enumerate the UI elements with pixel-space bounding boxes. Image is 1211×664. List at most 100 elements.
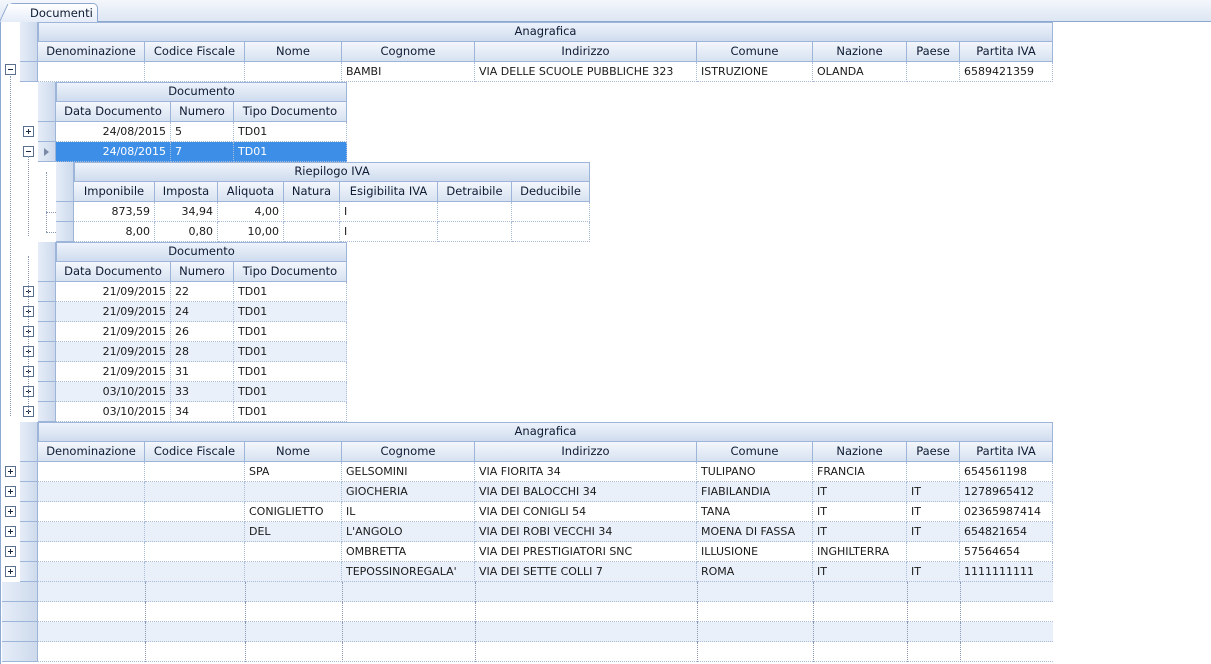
column-header-imponibile[interactable]: Imponibile: [74, 182, 155, 202]
row-selector[interactable]: [38, 142, 56, 162]
cell[interactable]: TD01: [234, 142, 347, 162]
row-selector[interactable]: [38, 282, 56, 302]
cell[interactable]: 22: [171, 282, 234, 302]
expand-icon[interactable]: [5, 566, 16, 577]
cell[interactable]: 31: [171, 362, 234, 382]
expand-icon[interactable]: [5, 466, 16, 477]
cell: [145, 522, 245, 542]
column-header-partita-iva[interactable]: Partita IVA: [960, 42, 1053, 62]
cell[interactable]: TD01: [234, 402, 347, 422]
column-header-cognome[interactable]: Cognome: [342, 42, 475, 62]
row-selector[interactable]: [56, 202, 74, 222]
cell[interactable]: 24: [171, 302, 234, 322]
row-selector[interactable]: [38, 302, 56, 322]
cell[interactable]: 28: [171, 342, 234, 362]
cell[interactable]: 24/08/2015: [56, 142, 171, 162]
cell: [145, 482, 245, 502]
cell[interactable]: 24/08/2015: [56, 122, 171, 142]
column-header-nazione[interactable]: Nazione: [813, 42, 907, 62]
row-selector[interactable]: [20, 502, 38, 522]
cell: VIA DEI CONIGLI 54: [475, 502, 697, 522]
column-header-codice-fiscale[interactable]: Codice Fiscale: [145, 442, 245, 462]
cell[interactable]: 26: [171, 322, 234, 342]
cell[interactable]: 03/10/2015: [56, 402, 171, 422]
column-header-denominazione[interactable]: Denominazione: [38, 442, 145, 462]
cell[interactable]: 03/10/2015: [56, 382, 171, 402]
column-header-tipo-documento[interactable]: Tipo Documento: [234, 102, 347, 122]
column-header-deducibile[interactable]: Deducibile: [512, 182, 590, 202]
cell[interactable]: 21/09/2015: [56, 282, 171, 302]
cell[interactable]: 5: [171, 122, 234, 142]
row-selector[interactable]: [38, 342, 56, 362]
expand-icon[interactable]: [5, 486, 16, 497]
collapse-icon[interactable]: [5, 64, 16, 75]
row-selector[interactable]: [20, 62, 38, 82]
cell[interactable]: TD01: [234, 322, 347, 342]
row-selector[interactable]: [56, 222, 74, 242]
empty-row: [38, 602, 1053, 622]
row-selector[interactable]: [38, 322, 56, 342]
row-selector[interactable]: [20, 482, 38, 502]
column-header-codice-fiscale[interactable]: Codice Fiscale: [145, 42, 245, 62]
column-header-aliquota[interactable]: Aliquota: [218, 182, 284, 202]
column-header-denominazione[interactable]: Denominazione: [38, 42, 145, 62]
column-header-paese[interactable]: Paese: [907, 42, 960, 62]
column-header-paese[interactable]: Paese: [907, 442, 960, 462]
row-selector[interactable]: [38, 382, 56, 402]
column-header-indirizzo[interactable]: Indirizzo: [475, 442, 697, 462]
column-header-tipo-documento[interactable]: Tipo Documento: [234, 262, 347, 282]
row-selector[interactable]: [20, 542, 38, 562]
cell[interactable]: TD01: [234, 302, 347, 322]
column-header-nazione[interactable]: Nazione: [813, 442, 907, 462]
column-divider: [813, 622, 814, 642]
cell[interactable]: TD01: [234, 282, 347, 302]
cell[interactable]: 21/09/2015: [56, 342, 171, 362]
expand-icon[interactable]: [5, 546, 16, 557]
column-header-numero[interactable]: Numero: [171, 262, 234, 282]
expand-icon[interactable]: [5, 506, 16, 517]
cell[interactable]: 21/09/2015: [56, 322, 171, 342]
cell[interactable]: TD01: [234, 362, 347, 382]
column-header-partita-iva[interactable]: Partita IVA: [960, 442, 1053, 462]
row-selector[interactable]: [38, 362, 56, 382]
column-header-comune[interactable]: Comune: [697, 442, 813, 462]
column-header-numero[interactable]: Numero: [171, 102, 234, 122]
column-header-comune[interactable]: Comune: [697, 42, 813, 62]
column-header-nome[interactable]: Nome: [245, 442, 342, 462]
cell[interactable]: TD01: [234, 382, 347, 402]
tree-line: [46, 172, 47, 232]
cell: SPA: [245, 462, 342, 482]
row-selector[interactable]: [20, 462, 38, 482]
column-header-cognome[interactable]: Cognome: [342, 442, 475, 462]
column-header-data-documento[interactable]: Data Documento: [56, 102, 171, 122]
column-header-nome[interactable]: Nome: [245, 42, 342, 62]
column-header-esigibilita-iva[interactable]: Esigibilita IVA: [340, 182, 438, 202]
expand-icon[interactable]: [23, 126, 34, 137]
cell: [145, 562, 245, 582]
cell[interactable]: 21/09/2015: [56, 302, 171, 322]
row-selector[interactable]: [38, 402, 56, 422]
row-selector[interactable]: [20, 562, 38, 582]
cell[interactable]: 33: [171, 382, 234, 402]
cell[interactable]: 34: [171, 402, 234, 422]
column-header-natura[interactable]: Natura: [284, 182, 340, 202]
expand-icon[interactable]: [5, 526, 16, 537]
column-header-imposta[interactable]: Imposta: [155, 182, 218, 202]
cell: [438, 222, 512, 242]
cell: [38, 562, 145, 582]
cell: [145, 462, 245, 482]
column-header-detraibile[interactable]: Detraibile: [438, 182, 512, 202]
row-selector: [2, 582, 38, 602]
row-selector[interactable]: [20, 522, 38, 542]
row-selector[interactable]: [38, 122, 56, 142]
column-divider: [960, 582, 961, 602]
cell[interactable]: TD01: [234, 122, 347, 142]
cell[interactable]: TD01: [234, 342, 347, 362]
cell[interactable]: 21/09/2015: [56, 362, 171, 382]
column-header-indirizzo[interactable]: Indirizzo: [475, 42, 697, 62]
tab-documenti[interactable]: Documenti: [8, 3, 98, 23]
column-divider: [342, 622, 343, 642]
cell: [38, 62, 145, 82]
cell[interactable]: 7: [171, 142, 234, 162]
column-header-data-documento[interactable]: Data Documento: [56, 262, 171, 282]
